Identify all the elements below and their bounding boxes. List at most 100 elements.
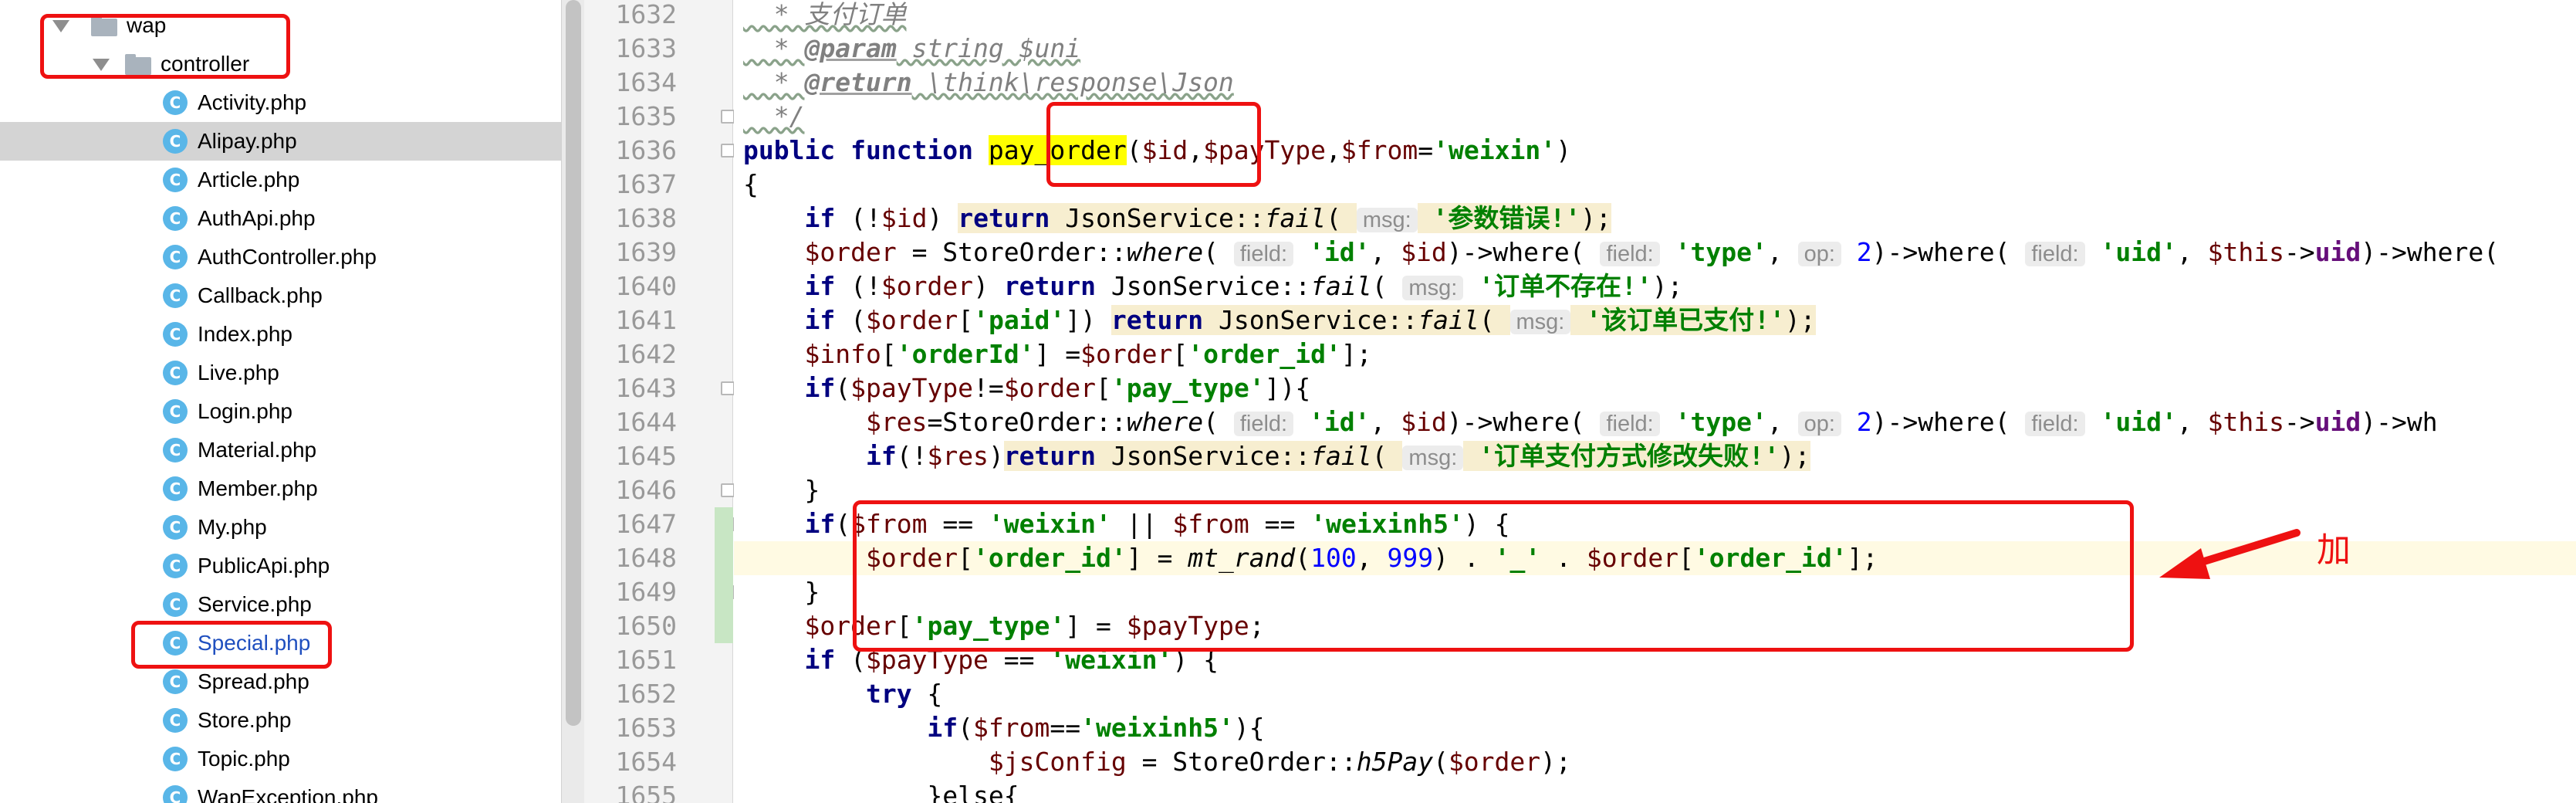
tree-item[interactable]: C Member.php — [0, 469, 561, 508]
annotation-box-added-code — [853, 500, 2134, 652]
line-number: 1637 — [615, 169, 677, 199]
code-line-content: $jsConfig = StoreOrder::h5Pay($order); — [734, 747, 1571, 777]
fold-marker-icon[interactable] — [721, 381, 735, 395]
code-token: * 支付订单 — [743, 0, 907, 29]
code-token: = StoreOrder:: — [1126, 747, 1357, 777]
tree-item[interactable]: C Article.php — [0, 161, 561, 199]
line-number: 1633 — [615, 33, 677, 63]
parameter-hint: op: — [1797, 242, 1841, 266]
tree-item[interactable]: C AuthApi.php — [0, 199, 561, 238]
tree-item[interactable]: C Topic.php — [0, 740, 561, 778]
tree-item[interactable]: C Callback.php — [0, 276, 561, 315]
code-token: -> — [2284, 237, 2315, 267]
code-token: ){ — [1233, 713, 1265, 743]
fold-marker-icon[interactable] — [721, 483, 735, 497]
tree-scrollbar[interactable] — [561, 0, 584, 803]
code-token: 'weixin' — [1433, 135, 1557, 165]
code-line[interactable]: if($payType!=$order['pay_type']){ — [734, 371, 2576, 405]
code-token — [1463, 441, 1479, 471]
code-line[interactable]: public function pay_order($id,$payType,$… — [734, 134, 2576, 168]
code-line[interactable]: * @return \think\response\Json — [734, 66, 2576, 100]
tree-item[interactable]: C PublicApi.php — [0, 547, 561, 585]
code-token: return — [1003, 271, 1097, 301]
code-token: $order — [881, 271, 974, 301]
line-number: 1654 — [615, 747, 677, 777]
annotation-box-special-php — [131, 621, 332, 669]
code-line[interactable]: if ($order['paid']) return JsonService::… — [734, 303, 2576, 337]
code-line-content: * 支付订单 — [734, 0, 907, 29]
code-token: $order — [1448, 747, 1541, 777]
tree-item[interactable]: C Material.php — [0, 431, 561, 469]
tree-item[interactable]: C Activity.php — [0, 83, 561, 122]
code-line[interactable]: * 支付订单 — [734, 0, 2576, 32]
code-token: if — [804, 271, 836, 301]
code-line[interactable]: $res=StoreOrder::where( field: 'id', $id… — [734, 405, 2576, 439]
code-token: } — [743, 577, 820, 607]
code-token: if — [804, 645, 836, 675]
code-line-content: $order = StoreOrder::where( field: 'id',… — [734, 237, 2499, 267]
code-line[interactable]: */ — [734, 100, 2576, 134]
tree-item[interactable]: C Alipay.php — [0, 122, 561, 161]
tree-item[interactable]: C WapException.php — [0, 778, 561, 803]
code-line[interactable]: if($from=='weixinh5'){ — [734, 711, 2576, 745]
code-line-content: } — [734, 577, 820, 607]
annotation-box-wap-controller — [40, 14, 290, 79]
fold-marker-icon[interactable] — [721, 144, 735, 158]
code-token: h5Pay — [1356, 747, 1434, 777]
tree-scrollbar-thumb[interactable] — [566, 0, 581, 726]
tree-item[interactable]: C Store.php — [0, 701, 561, 740]
code-line[interactable]: }else{ — [734, 779, 2576, 803]
line-number: 1646 — [615, 475, 677, 505]
tree-item[interactable]: C My.php — [0, 508, 561, 547]
code-token: , — [2176, 407, 2208, 437]
code-token: fail — [1264, 203, 1327, 233]
code-line[interactable]: { — [734, 168, 2576, 202]
code-token: $id — [1401, 407, 1447, 437]
code-token: 'id' — [1308, 407, 1371, 437]
code-token: '该订单已支付!' — [1586, 305, 1785, 335]
code-token: where — [1126, 407, 1204, 437]
code-token: )->where( — [1871, 407, 2026, 437]
code-line[interactable]: $jsConfig = StoreOrder::h5Pay($order); — [734, 745, 2576, 779]
code-line[interactable]: try { — [734, 677, 2576, 711]
code-token: 'paid' — [973, 305, 1066, 335]
code-line-content: if($payType!=$order['pay_type']){ — [734, 373, 1310, 403]
line-number: 1634 — [615, 67, 677, 97]
code-line[interactable]: if (!$order) return JsonService::fail( m… — [734, 269, 2576, 303]
code-line[interactable]: $order = StoreOrder::where( field: 'id',… — [734, 235, 2576, 269]
code-token: try — [865, 679, 912, 709]
code-token: (! — [896, 441, 928, 471]
code-line[interactable]: * @param string $uni — [734, 32, 2576, 66]
code-line-content: if(!$res)return JsonService::fail( msg: … — [734, 441, 1810, 471]
code-token: 'pay_type' — [1111, 373, 1265, 403]
code-token: $this — [2207, 237, 2284, 267]
code-token: if — [927, 713, 958, 743]
tree-item[interactable]: C AuthController.php — [0, 238, 561, 276]
fold-marker-icon[interactable] — [721, 110, 735, 124]
code-token: ( — [1203, 237, 1234, 267]
tree-item[interactable]: C Live.php — [0, 354, 561, 392]
code-line[interactable]: $info['orderId'] =$order['order_id']; — [734, 337, 2576, 371]
code-token: 'type' — [1675, 237, 1767, 267]
line-number: 1632 — [615, 0, 677, 29]
parameter-hint: op: — [1797, 412, 1841, 436]
tree-item-label: Index.php — [198, 322, 292, 346]
tree-item-label: Member.php — [198, 476, 318, 500]
php-class-icon: C — [163, 476, 188, 501]
code-line[interactable]: if(!$res)return JsonService::fail( msg: … — [734, 439, 2576, 473]
parameter-hint: field: — [1233, 242, 1294, 266]
code-line[interactable]: if (!$id) return JsonService::fail( msg:… — [734, 202, 2576, 235]
code-editor[interactable]: * 支付订单 * @param string $uni * @return \t… — [734, 0, 2576, 803]
tree-item[interactable]: C Index.php — [0, 315, 561, 354]
tree-item[interactable]: C Service.php — [0, 585, 561, 624]
code-token: if — [804, 305, 836, 335]
code-token: string $uni — [896, 33, 1081, 63]
tree-item[interactable]: C Login.php — [0, 392, 561, 431]
code-token: ( — [1433, 747, 1449, 777]
code-token: , — [1370, 407, 1401, 437]
code-token: public function — [743, 135, 989, 165]
